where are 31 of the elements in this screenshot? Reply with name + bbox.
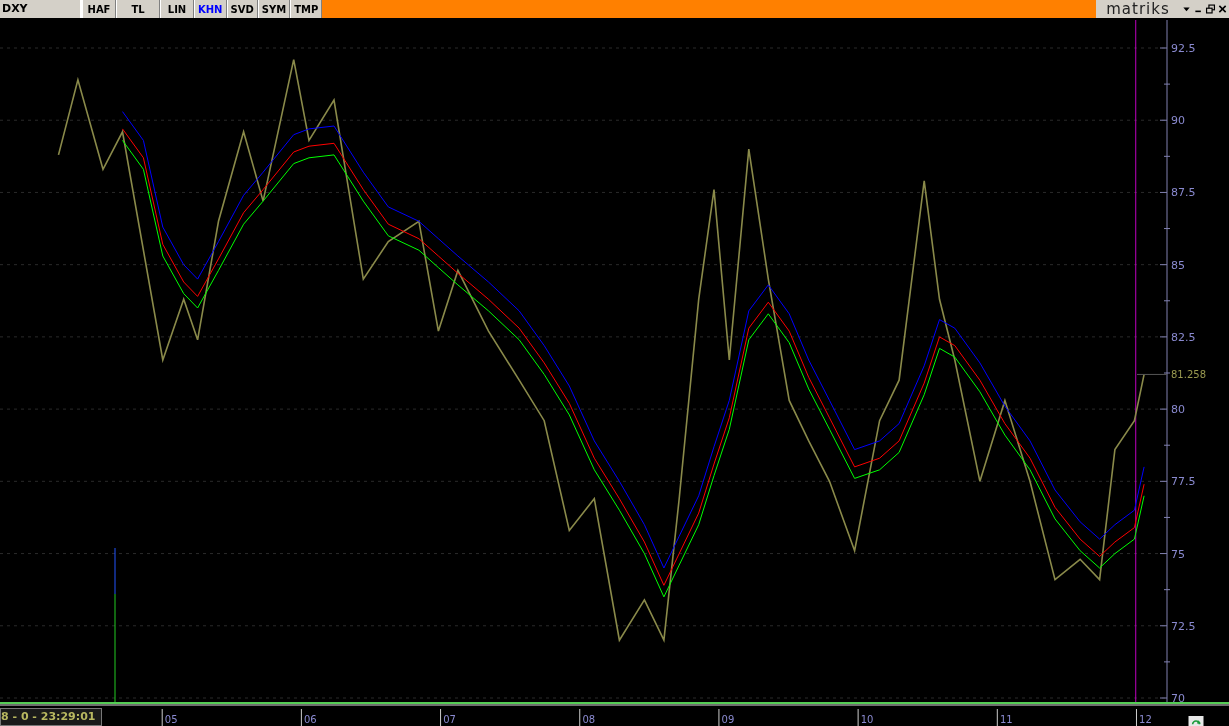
- x-axis-label: 10: [860, 714, 874, 725]
- timestamp-label: 8 - 0 - 23:29:01: [0, 708, 102, 726]
- y-axis-label: 90: [1171, 114, 1185, 128]
- x-axis-label: 05: [164, 714, 178, 725]
- x-axis-label: 08: [582, 714, 596, 725]
- last-price-label: 81.258: [1171, 369, 1206, 381]
- y-axis-label: 70: [1171, 692, 1185, 705]
- y-axis-label: 87.5: [1171, 186, 1196, 200]
- toolbar-tab[interactable]: SYM: [257, 0, 291, 18]
- x-axis-label: 12: [1139, 714, 1152, 725]
- toolbar-tab[interactable]: SVD: [226, 0, 258, 18]
- y-axis-label: 92.5: [1171, 42, 1196, 55]
- y-axis-label: 77.5: [1171, 475, 1196, 489]
- toolbar-tab[interactable]: TMP: [290, 0, 323, 18]
- x-axis-label: 11: [999, 714, 1013, 725]
- x-axis-label: 06: [304, 714, 317, 725]
- y-axis-label: 85: [1171, 258, 1185, 272]
- y-axis-label: 82.5: [1171, 330, 1196, 344]
- x-axis-label: 07: [443, 714, 456, 725]
- refresh-icon[interactable]: [1187, 716, 1205, 726]
- brand-logo: matriks: [1096, 0, 1180, 18]
- restore-icon[interactable]: [1205, 2, 1216, 16]
- symbol-field[interactable]: DXY: [0, 0, 82, 18]
- toolbar-tab[interactable]: HAF: [82, 0, 116, 18]
- x-axis-label: 09: [721, 714, 735, 725]
- y-axis-label: 75: [1171, 547, 1185, 561]
- toolbar-tab[interactable]: TL: [116, 0, 160, 18]
- y-axis-label: 80: [1171, 403, 1185, 417]
- y-axis-label: 72.5: [1171, 619, 1196, 633]
- toolbar-tab[interactable]: LIN: [160, 0, 194, 18]
- toolbar-tab[interactable]: KHN: [194, 0, 227, 18]
